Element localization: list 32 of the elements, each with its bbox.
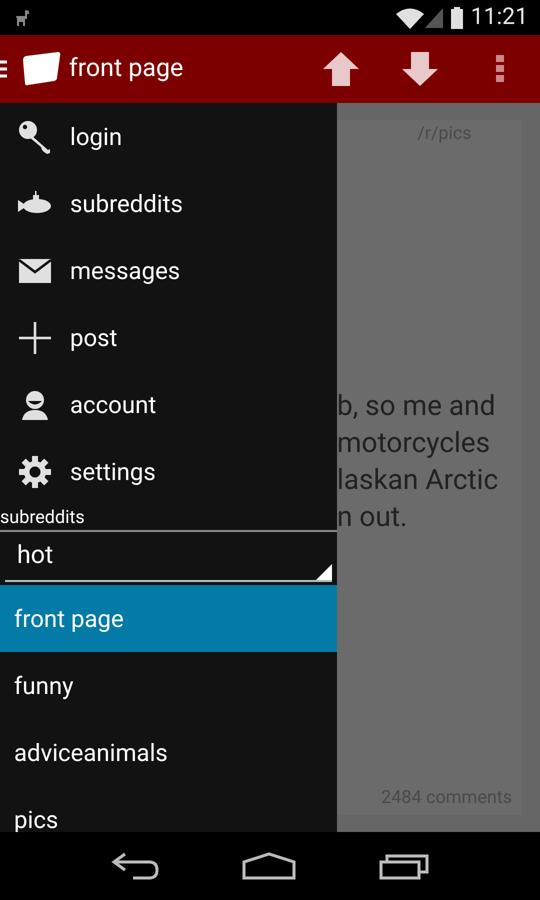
drawer-menu-item[interactable]: messages [0,237,337,304]
subreddit-item[interactable]: pics [0,786,337,832]
recent-apps-icon[interactable] [378,852,429,880]
upvote-icon[interactable] [323,52,359,86]
section-label: subreddits [0,506,85,530]
drawer-menu-item[interactable]: account [0,371,337,438]
mail-icon [18,258,52,284]
subreddit-item[interactable]: front page [0,585,337,652]
app-logo-icon [20,52,62,86]
clock: 11:21 [470,2,528,32]
wifi-icon [396,6,424,28]
signal-icon [424,8,443,28]
drawer-menu-item[interactable]: subreddits [0,170,337,237]
subreddit-item[interactable]: funny [0,652,337,719]
drawer-menu-item[interactable]: settings [0,438,337,505]
subreddit-item[interactable]: adviceanimals [0,719,337,786]
plus-icon [17,320,53,356]
app-title: front page [69,53,184,86]
drawer-menu-item[interactable]: login [0,103,337,170]
settings-icon [19,456,51,488]
battery-icon [450,6,463,28]
menu-icon[interactable] [0,59,8,79]
key-icon [17,118,53,154]
sort-dropdown[interactable]: hot [5,532,332,582]
post-text: b, so me and motorcycles laskan Arctic n out. [337,388,500,535]
back-icon[interactable] [111,852,160,880]
person-icon [20,390,50,420]
drawer-menu-item[interactable]: post [0,304,337,371]
dropdown-corner-icon [316,564,332,580]
overflow-menu-icon[interactable] [496,55,504,83]
home-icon[interactable] [242,852,296,880]
downvote-icon[interactable] [402,52,438,86]
